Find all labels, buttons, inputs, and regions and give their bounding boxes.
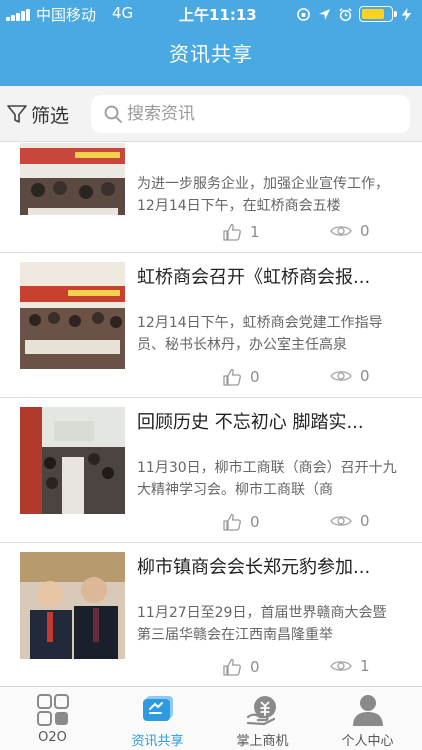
orientation-lock-icon (297, 7, 310, 21)
search-icon (104, 105, 122, 123)
filter-label: 筛选 (31, 104, 70, 127)
news-share-icon (142, 696, 173, 721)
like-count-value: 0 (250, 658, 260, 676)
status-time: 上午11:13 (179, 6, 257, 24)
news-title: 柳市镇商会会长郑元豹参加... (137, 557, 371, 578)
view-count-value: 0 (360, 512, 370, 530)
like-count-value: 1 (250, 223, 260, 241)
like-count[interactable]: 0 (222, 367, 260, 387)
like-count[interactable]: 0 (222, 512, 260, 532)
news-summary: 12月14日下午，虹桥商会党建工作指导员、秘书长林丹，办公室主任高泉 (137, 315, 383, 353)
battery-icon (359, 6, 397, 22)
view-count: 0 (330, 222, 370, 240)
tab-o2o[interactable]: O2O (0, 687, 105, 750)
view-count: 1 (330, 657, 370, 675)
news-list[interactable]: 为进一步服务企业，加强企业宣传工作，12月14日下午，在虹桥商会五楼 1 0 虹… (0, 143, 422, 686)
eye-icon (330, 516, 352, 526)
tab-news-share[interactable]: 资讯共享 (105, 687, 210, 750)
network-type: 4G (112, 4, 134, 22)
search-box[interactable] (91, 95, 410, 133)
bottom-tab-bar: O2O 资讯共享 掌上商机 个人中心 (0, 686, 422, 750)
location-icon (318, 8, 331, 20)
news-thumbnail[interactable] (20, 143, 125, 215)
news-summary: 11月30日，柳市工商联（商会）召开十九大精神学习会。柳市工商联（商 (137, 460, 397, 498)
thumbs-up-icon (223, 658, 241, 676)
view-count: 0 (330, 367, 370, 385)
tab-label: 掌上商机 (236, 734, 289, 749)
charging-icon (401, 7, 412, 21)
filter-button[interactable]: 筛选 (6, 100, 69, 128)
filter-search-bar: 筛选 (0, 86, 422, 142)
carrier-name: 中国移动 (36, 6, 97, 24)
thumbs-up-icon (223, 368, 241, 386)
alarm-icon (339, 7, 352, 21)
news-summary: 为进一步服务企业，加强企业宣传工作，12月14日下午，在虹桥商会五楼 (137, 176, 389, 214)
news-title: 虹桥商会召开《虹桥商会报... (137, 267, 371, 288)
news-thumbnail[interactable] (20, 407, 125, 514)
tab-label: 资讯共享 (131, 734, 184, 749)
news-item[interactable]: 虹桥商会召开《虹桥商会报... 12月14日下午，虹桥商会党建工作指导员、秘书长… (0, 253, 422, 398)
tab-business[interactable]: 掌上商机 (210, 687, 315, 750)
header-bar: 中国移动 4G 上午11:13 资讯共享 (0, 0, 422, 86)
news-summary: 11月27日至29日，首届世界赣商大会暨第三届华赣会在江西南昌隆重举 (137, 605, 387, 643)
tab-label: 个人中心 (341, 734, 394, 749)
view-count-value: 1 (360, 657, 370, 675)
signal-strength-icon (6, 9, 32, 21)
news-item[interactable]: 回顾历史 不忘初心 脚踏实... 11月30日，柳市工商联（商会）召开十九大精神… (0, 398, 422, 543)
tab-profile[interactable]: 个人中心 (315, 687, 420, 750)
business-hand-icon (246, 696, 276, 726)
view-count-value: 0 (360, 222, 370, 240)
search-input[interactable] (127, 104, 397, 124)
tab-label: O2O (38, 730, 67, 745)
like-count[interactable]: 0 (222, 657, 260, 677)
thumbs-up-icon (223, 223, 241, 241)
news-title: 回顾历史 不忘初心 脚踏实... (137, 412, 364, 433)
thumbs-up-icon (223, 513, 241, 531)
person-icon (352, 695, 383, 726)
page-title: 资讯共享 (169, 42, 253, 66)
app-screen: 中国移动 4G 上午11:13 资讯共享 筛选 搜索资讯 为进一步服务企业，加强… (0, 0, 422, 750)
news-item[interactable]: 为进一步服务企业，加强企业宣传工作，12月14日下午，在虹桥商会五楼 1 0 (0, 143, 422, 253)
eye-icon (330, 226, 352, 236)
news-item[interactable]: 柳市镇商会会长郑元豹参加... 11月27日至29日，首届世界赣商大会暨第三届华… (0, 543, 422, 686)
grid-icon (36, 694, 69, 726)
eye-icon (330, 661, 352, 671)
status-icons (296, 5, 414, 23)
filter-icon (7, 105, 27, 123)
eye-icon (330, 371, 352, 381)
view-count: 0 (330, 512, 370, 530)
news-thumbnail[interactable] (20, 262, 125, 369)
like-count-value: 0 (250, 513, 260, 531)
like-count[interactable]: 1 (222, 222, 260, 242)
status-bar: 中国移动 4G 上午11:13 (0, 0, 422, 28)
news-thumbnail[interactable] (20, 552, 125, 659)
view-count-value: 0 (360, 367, 370, 385)
like-count-value: 0 (250, 368, 260, 386)
